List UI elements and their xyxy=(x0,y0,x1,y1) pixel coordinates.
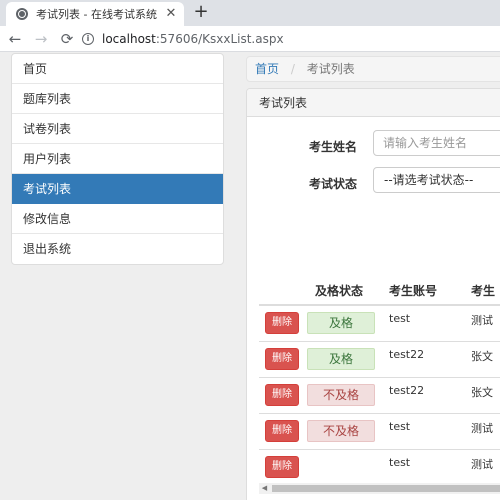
sidebar-item-papers[interactable]: 试卷列表 xyxy=(12,114,223,144)
header-action xyxy=(259,277,307,306)
reload-button[interactable]: ⟳ xyxy=(56,28,78,50)
url-path: :57606/KsxxList.aspx xyxy=(155,32,284,46)
forward-button[interactable]: → xyxy=(30,28,52,50)
student-name-label: 考生姓名 xyxy=(309,140,358,154)
sidebar: 首页 题库列表 试卷列表 用户列表 考试列表 修改信息 退出系统 xyxy=(11,53,224,265)
header-account: 考生账号 xyxy=(389,277,471,306)
arrow-left-icon[interactable]: ◀ xyxy=(259,483,270,494)
scrollbar-thumb[interactable] xyxy=(272,485,500,492)
sidebar-item-question-bank[interactable]: 题库列表 xyxy=(12,84,223,114)
globe-icon xyxy=(16,8,28,20)
delete-button[interactable]: 删除 xyxy=(265,456,299,478)
sidebar-item-edit-info[interactable]: 修改信息 xyxy=(12,204,223,234)
status-badge: 及格 xyxy=(307,348,375,370)
sidebar-item-logout[interactable]: 退出系统 xyxy=(12,234,223,264)
page-content: 首页 题库列表 试卷列表 用户列表 考试列表 修改信息 退出系统 首页 / 考试… xyxy=(0,53,500,500)
student-name-input[interactable] xyxy=(373,130,500,156)
back-button[interactable]: ← xyxy=(4,28,26,50)
header-status: 及格状态 xyxy=(307,277,389,306)
info-icon[interactable]: i xyxy=(82,33,94,45)
name-cell: 张文 xyxy=(471,377,500,414)
sidebar-item-users[interactable]: 用户列表 xyxy=(12,144,223,174)
breadcrumb-separator: / xyxy=(290,62,295,76)
delete-button[interactable]: 删除 xyxy=(265,348,299,370)
breadcrumb-home-link[interactable]: 首页 xyxy=(255,62,279,76)
browser-tab[interactable]: 考试列表 - 在线考试系统 ✕ xyxy=(6,2,184,26)
browser-toolbar: ← → ⟳ i localhost :57606/KsxxList.aspx xyxy=(0,26,500,52)
header-name: 考生 xyxy=(471,277,500,306)
status-badge: 不及格 xyxy=(307,384,375,406)
close-tab-icon[interactable]: ✕ xyxy=(164,7,178,21)
account-cell: test xyxy=(389,413,471,450)
status-cell xyxy=(307,449,389,486)
breadcrumb-current: 考试列表 xyxy=(306,62,355,76)
breadcrumb: 首页 / 考试列表 xyxy=(246,56,500,82)
horizontal-scrollbar[interactable]: ◀ xyxy=(259,483,500,494)
name-cell: 测试 xyxy=(471,449,500,486)
address-bar[interactable]: i localhost :57606/KsxxList.aspx xyxy=(82,29,500,49)
exam-status-select[interactable]: --请选考试状态-- xyxy=(373,167,500,193)
new-tab-button[interactable]: + xyxy=(190,2,212,24)
table-row: 删除 不及格 test 测试 xyxy=(259,413,500,450)
exam-list-panel: 考试列表 考生姓名 考试状态 --请选考试状态-- 及格状态 考生账号 考生 删… xyxy=(246,88,500,500)
account-cell: test xyxy=(389,449,471,486)
table-header-row: 及格状态 考生账号 考生 xyxy=(259,277,500,306)
table-row: 删除 不及格 test22 张文 xyxy=(259,377,500,414)
status-badge: 不及格 xyxy=(307,420,375,442)
table-row: 删除 test 测试 xyxy=(259,449,500,486)
account-cell: test xyxy=(389,305,471,342)
delete-button[interactable]: 删除 xyxy=(265,384,299,406)
delete-button[interactable]: 删除 xyxy=(265,312,299,335)
tab-title: 考试列表 - 在线考试系统 xyxy=(36,8,157,21)
exam-status-label: 考试状态 xyxy=(309,177,358,191)
sidebar-item-exams[interactable]: 考试列表 xyxy=(12,174,223,204)
delete-button[interactable]: 删除 xyxy=(265,420,299,442)
account-cell: test22 xyxy=(389,341,471,378)
status-badge: 及格 xyxy=(307,312,375,335)
table-row: 删除 及格 test 测试 xyxy=(259,305,500,342)
name-cell: 测试 xyxy=(471,305,500,342)
table-row: 删除 及格 test22 张文 xyxy=(259,341,500,378)
panel-title: 考试列表 xyxy=(247,89,500,117)
browser-tabstrip: 考试列表 - 在线考试系统 ✕ + xyxy=(0,0,500,26)
account-cell: test22 xyxy=(389,377,471,414)
sidebar-item-home[interactable]: 首页 xyxy=(12,54,223,84)
url-host: localhost xyxy=(102,32,156,46)
name-cell: 测试 xyxy=(471,413,500,450)
exam-table: 及格状态 考生账号 考生 删除 及格 test 测试 删除 及格 test22 … xyxy=(259,277,500,486)
name-cell: 张文 xyxy=(471,341,500,378)
